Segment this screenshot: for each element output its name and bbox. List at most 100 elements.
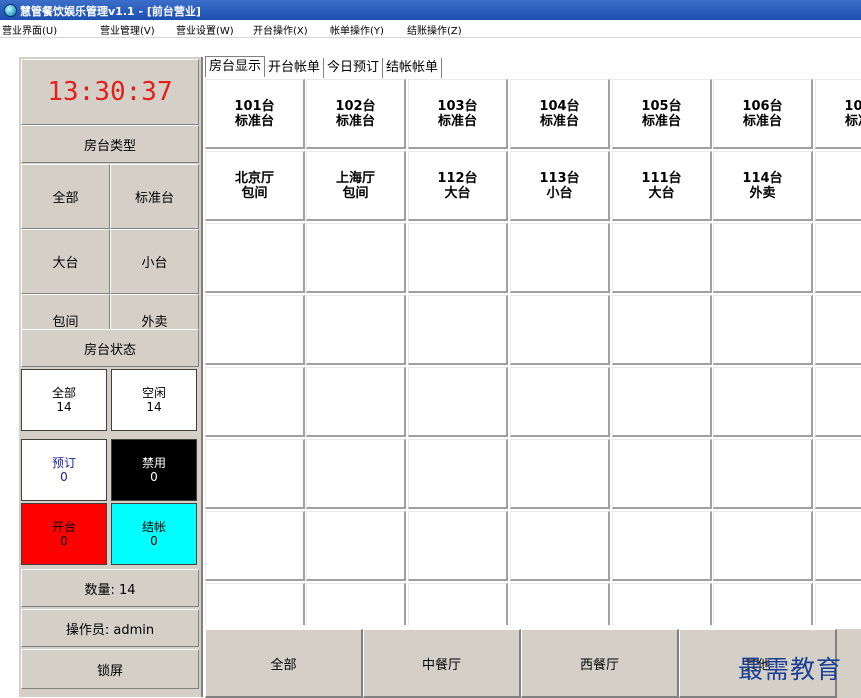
- type-takeout-button[interactable]: 外卖: [110, 294, 199, 329]
- status-2-button[interactable]: 预订 0: [21, 439, 107, 501]
- empty-table-cell[interactable]: [306, 439, 406, 509]
- status-5-button[interactable]: 结帐 0: [111, 503, 197, 565]
- hall-button-1[interactable]: 中餐厅: [363, 629, 521, 698]
- table-cell[interactable]: 101台 标准台: [205, 79, 305, 149]
- status-4-button[interactable]: 开台 0: [21, 503, 107, 565]
- empty-table-cell[interactable]: [408, 367, 508, 437]
- table-cell[interactable]: 112台 大台: [408, 151, 508, 221]
- table-cell[interactable]: 106台 标准台: [713, 79, 813, 149]
- type-large-button[interactable]: 大台: [21, 229, 110, 294]
- table-cell[interactable]: 105台 标准台: [612, 79, 712, 149]
- tab-open-bills[interactable]: 开台帐单: [265, 58, 325, 78]
- table-name: 107台: [844, 98, 861, 114]
- status-0-button[interactable]: 全部 14: [21, 369, 107, 431]
- empty-table-cell[interactable]: [510, 295, 610, 365]
- empty-table-cell[interactable]: [612, 367, 712, 437]
- menu-bill-ops[interactable]: 帐单操作(Y): [330, 22, 384, 37]
- table-cell[interactable]: 107台标准台: [815, 79, 861, 149]
- empty-table-cell[interactable]: [815, 511, 861, 581]
- empty-table-cell[interactable]: [408, 223, 508, 293]
- empty-table-cell[interactable]: [815, 439, 861, 509]
- empty-table-cell[interactable]: [510, 511, 610, 581]
- hall-button-2[interactable]: 西餐厅: [521, 629, 679, 698]
- empty-table-cell[interactable]: [408, 295, 508, 365]
- menu-business-ui[interactable]: 营业界面(U): [2, 22, 57, 37]
- table-name: 102台: [335, 98, 376, 114]
- table-cell[interactable]: 104台 标准台: [510, 79, 610, 149]
- table-cell[interactable]: 上海厅 包间: [306, 151, 406, 221]
- empty-table-cell[interactable]: [306, 583, 406, 625]
- hall-button-0[interactable]: 全部: [205, 629, 363, 698]
- empty-table-cell[interactable]: [306, 367, 406, 437]
- table-type: 标准台: [335, 113, 375, 129]
- empty-table-cell[interactable]: [205, 439, 305, 509]
- empty-table-cell[interactable]: [205, 367, 305, 437]
- type-private-room-button[interactable]: 包间: [21, 294, 110, 329]
- tab-checkout-bills[interactable]: 结帐帐单: [383, 58, 443, 78]
- left-panel: 13:30:37 房台类型 全部 标准台 大台 小台 包间 外卖 房台状态 全部…: [18, 57, 203, 697]
- empty-table-cell[interactable]: [815, 583, 861, 625]
- empty-table-cell[interactable]: [205, 223, 305, 293]
- window-title: 慧管餐饮娱乐管理v1.1 - [前台营业]: [20, 5, 201, 18]
- empty-table-cell[interactable]: [306, 223, 406, 293]
- empty-table-cell[interactable]: [713, 583, 813, 625]
- empty-table-cell[interactable]: [815, 367, 861, 437]
- status-count: 0: [60, 534, 68, 548]
- table-cell[interactable]: 102台 标准台: [306, 79, 406, 149]
- empty-table-cell[interactable]: [306, 295, 406, 365]
- empty-table-cell[interactable]: [713, 223, 813, 293]
- type-standard-button[interactable]: 标准台: [110, 164, 199, 229]
- empty-table-cell[interactable]: [205, 511, 305, 581]
- empty-table-cell[interactable]: [408, 511, 508, 581]
- empty-table-cell[interactable]: [713, 511, 813, 581]
- tab-today-reservations[interactable]: 今日预订: [324, 58, 384, 78]
- table-type: 标准台: [539, 113, 579, 129]
- table-cell[interactable]: 114台 外卖: [713, 151, 813, 221]
- empty-table-cell[interactable]: [815, 295, 861, 365]
- status-label: 预订: [51, 456, 76, 470]
- menu-business-manage[interactable]: 营业管理(V): [100, 22, 155, 37]
- menu-open-table[interactable]: 开台操作(X): [253, 22, 308, 37]
- empty-table-cell[interactable]: [510, 583, 610, 625]
- empty-table-cell[interactable]: [713, 439, 813, 509]
- status-count: 0: [150, 470, 158, 484]
- type-small-button[interactable]: 小台: [110, 229, 199, 294]
- empty-table-cell[interactable]: [815, 151, 861, 221]
- lock-screen-button[interactable]: 锁屏: [21, 649, 199, 689]
- table-cell[interactable]: 103台 标准台: [408, 79, 508, 149]
- empty-table-cell[interactable]: [408, 583, 508, 625]
- status-label: 禁用: [141, 456, 166, 470]
- empty-table-cell[interactable]: [306, 511, 406, 581]
- tab-table-display[interactable]: 房台显示: [205, 56, 266, 77]
- type-all-button[interactable]: 全部: [21, 164, 110, 229]
- empty-table-cell[interactable]: [612, 223, 712, 293]
- empty-table-cell[interactable]: [510, 367, 610, 437]
- empty-table-cell[interactable]: [510, 223, 610, 293]
- empty-table-cell[interactable]: [713, 367, 813, 437]
- status-label: 全部: [51, 386, 76, 400]
- table-cell[interactable]: 113台 小台: [510, 151, 610, 221]
- table-cell[interactable]: 111台 大台: [612, 151, 712, 221]
- empty-table-cell[interactable]: [713, 295, 813, 365]
- title-bar: 慧管餐饮娱乐管理v1.1 - [前台营业]: [0, 0, 861, 20]
- table-cell[interactable]: 北京厅 包间: [205, 151, 305, 221]
- table-type: 外卖: [749, 185, 776, 201]
- status-3-button[interactable]: 禁用 0: [111, 439, 197, 501]
- empty-table-cell[interactable]: [612, 295, 712, 365]
- menu-checkout-ops[interactable]: 结账操作(Z): [407, 22, 462, 37]
- menu-business-settings[interactable]: 营业设置(W): [176, 22, 234, 37]
- empty-table-cell[interactable]: [205, 295, 305, 365]
- empty-table-cell[interactable]: [510, 439, 610, 509]
- table-name: 上海厅: [335, 170, 375, 186]
- empty-table-cell[interactable]: [408, 439, 508, 509]
- empty-table-cell[interactable]: [612, 439, 712, 509]
- empty-table-cell[interactable]: [815, 223, 861, 293]
- empty-table-cell[interactable]: [612, 511, 712, 581]
- empty-table-cell[interactable]: [205, 583, 305, 625]
- table-grid: 101台 标准台 102台 标准台 103台 标准台 104台 标准台 105台 标准台 106台标…: [205, 79, 861, 625]
- table-type: 标准台: [844, 113, 861, 129]
- app-icon: [4, 4, 17, 17]
- empty-table-cell[interactable]: [612, 583, 712, 625]
- room-status-header: 房台状态: [21, 329, 199, 367]
- status-1-button[interactable]: 空闲 14: [111, 369, 197, 431]
